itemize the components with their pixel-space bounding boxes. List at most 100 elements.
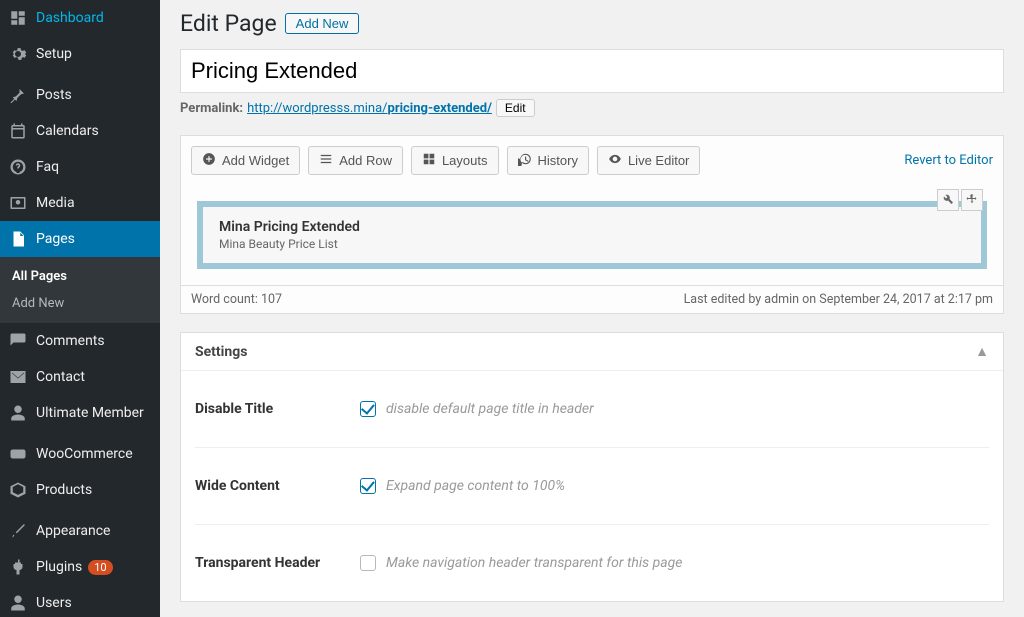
sidebar-item-label: Pages: [36, 231, 75, 247]
admin-sidebar: Dashboard Setup Posts Calendars Faq Media Page…: [0, 0, 160, 617]
settings-body: Disable Title disable default page title …: [181, 371, 1003, 601]
add-widget-button[interactable]: Add Widget: [191, 146, 300, 175]
plus-circle-icon: [202, 152, 216, 169]
sidebar-item-dashboard[interactable]: Dashboard: [0, 0, 160, 36]
sidebar-item-ultimate-member[interactable]: Ultimate Member: [0, 395, 160, 431]
page-settings-panel: Settings ▲ Disable Title disable default …: [180, 332, 1004, 602]
submenu-item-add-new[interactable]: Add New: [0, 290, 160, 317]
sidebar-item-label: Ultimate Member: [36, 405, 144, 421]
sidebar-item-plugins[interactable]: Plugins 10: [0, 549, 160, 585]
checkbox-wide-content[interactable]: [360, 478, 376, 494]
widget-title: Mina Pricing Extended: [219, 219, 965, 235]
sidebar-item-label: Dashboard: [36, 10, 104, 26]
setting-description: Expand page content to 100%: [386, 478, 565, 494]
permalink-url[interactable]: http://wordpresss.mina/pricing-extended/: [247, 101, 492, 116]
page-builder-panel: Add Widget Add Row Layouts History: [180, 135, 1004, 314]
builder-row: Mina Pricing Extended Mina Beauty Price …: [181, 185, 1003, 285]
settings-panel-header[interactable]: Settings ▲: [181, 333, 1003, 371]
collapse-toggle-icon[interactable]: ▲: [975, 343, 989, 360]
box-icon: [8, 480, 28, 500]
editor-statusbar: Word count: 107 Last edited by admin on …: [181, 285, 1003, 313]
add-row-button[interactable]: Add Row: [308, 146, 403, 175]
calendar-icon: [8, 121, 28, 141]
setting-row-wide-content: Wide Content Expand page content to 100%: [195, 448, 989, 525]
pin-icon: [8, 85, 28, 105]
grid-icon: [422, 152, 436, 169]
add-new-page-button[interactable]: Add New: [285, 13, 360, 34]
widget-block[interactable]: Mina Pricing Extended Mina Beauty Price …: [197, 201, 987, 269]
checkbox-transparent-header[interactable]: [360, 555, 376, 571]
submenu-item-all-pages[interactable]: All Pages: [0, 263, 160, 290]
row-move-button[interactable]: [961, 189, 983, 211]
sidebar-item-label: Media: [36, 195, 75, 211]
sidebar-item-products[interactable]: Products: [0, 472, 160, 508]
layouts-button[interactable]: Layouts: [411, 146, 499, 175]
rows-icon: [319, 152, 333, 169]
post-title-input[interactable]: [180, 49, 1004, 93]
live-editor-button[interactable]: Live Editor: [597, 146, 700, 175]
widget-subtitle: Mina Beauty Price List: [219, 237, 965, 251]
page-title: Edit Page: [180, 10, 277, 37]
media-icon: [8, 193, 28, 213]
builder-toolbar: Add Widget Add Row Layouts History: [181, 136, 1003, 185]
sidebar-item-label: Plugins: [36, 559, 82, 575]
user-icon: [8, 593, 28, 613]
row-controls: [937, 189, 983, 211]
history-button[interactable]: History: [507, 146, 589, 175]
sidebar-item-users[interactable]: Users: [0, 585, 160, 617]
sidebar-item-setup[interactable]: Setup: [0, 36, 160, 72]
sidebar-item-label: Contact: [36, 369, 85, 385]
brush-icon: [8, 521, 28, 541]
update-count-badge: 10: [88, 560, 112, 575]
row-settings-button[interactable]: [937, 189, 959, 211]
dashboard-icon: [8, 8, 28, 28]
woo-icon: [8, 444, 28, 464]
sidebar-item-label: Appearance: [36, 523, 110, 539]
sidebar-item-contact[interactable]: Contact: [0, 359, 160, 395]
setting-description: disable default page title in header: [386, 401, 594, 417]
permalink-label: Permalink:: [180, 101, 243, 116]
last-edited: Last edited by admin on September 24, 20…: [684, 292, 993, 307]
sidebar-item-pages[interactable]: Pages: [0, 221, 160, 257]
eye-icon: [608, 152, 622, 169]
setting-row-disable-title: Disable Title disable default page title …: [195, 371, 989, 448]
history-icon: [518, 152, 532, 169]
sidebar-item-faq[interactable]: Faq: [0, 149, 160, 185]
sidebar-item-label: Comments: [36, 333, 105, 349]
permalink-row: Permalink: http://wordpresss.mina/pricin…: [180, 99, 1004, 117]
main-content: Edit Page Add New Permalink: http://word…: [160, 0, 1024, 617]
sidebar-item-label: Setup: [36, 46, 72, 62]
sidebar-item-label: Posts: [36, 87, 72, 103]
word-count: Word count: 107: [191, 292, 282, 307]
help-icon: [8, 157, 28, 177]
sidebar-item-woocommerce[interactable]: WooCommerce: [0, 436, 160, 472]
sidebar-item-label: Users: [36, 595, 72, 611]
sidebar-item-label: Products: [36, 482, 92, 498]
sidebar-item-media[interactable]: Media: [0, 185, 160, 221]
sidebar-item-label: WooCommerce: [36, 446, 133, 462]
plug-icon: [8, 557, 28, 577]
sidebar-item-posts[interactable]: Posts: [0, 77, 160, 113]
setting-label: Wide Content: [195, 478, 360, 494]
sidebar-item-comments[interactable]: Comments: [0, 323, 160, 359]
setting-label: Transparent Header: [195, 555, 360, 571]
move-icon: [966, 193, 978, 208]
gear-icon: [8, 44, 28, 64]
page-icon: [8, 229, 28, 249]
sidebar-submenu-pages: All PagesAdd New: [0, 257, 160, 323]
sidebar-item-label: Faq: [36, 159, 59, 175]
sidebar-item-calendars[interactable]: Calendars: [0, 113, 160, 149]
revert-to-editor-link[interactable]: Revert to Editor: [904, 153, 993, 168]
setting-row-transparent-header: Transparent Header Make navigation header…: [195, 525, 989, 601]
wrench-icon: [942, 193, 954, 208]
checkbox-disable-title[interactable]: [360, 401, 376, 417]
sidebar-item-label: Calendars: [36, 123, 99, 139]
mail-icon: [8, 367, 28, 387]
comment-icon: [8, 331, 28, 351]
page-header: Edit Page Add New: [180, 10, 1004, 37]
setting-label: Disable Title: [195, 401, 360, 417]
setting-description: Make navigation header transparent for t…: [386, 555, 682, 571]
sidebar-item-appearance[interactable]: Appearance: [0, 513, 160, 549]
settings-panel-title: Settings: [195, 344, 247, 360]
edit-permalink-button[interactable]: Edit: [496, 99, 535, 117]
